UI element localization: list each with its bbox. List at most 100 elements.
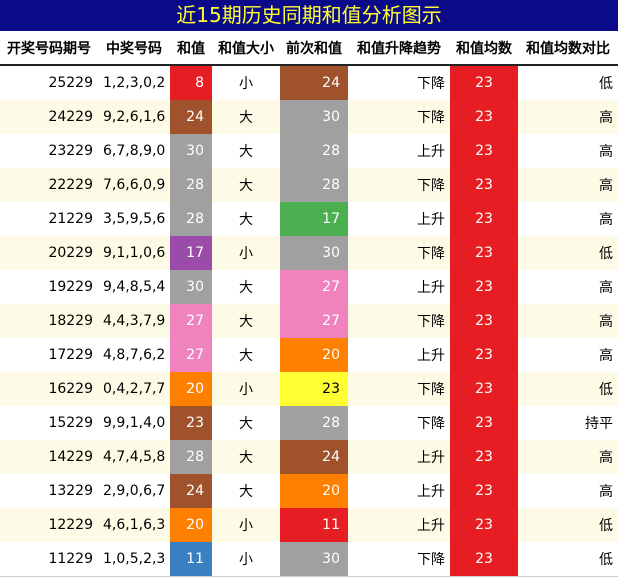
header-numbers: 中奖号码 <box>98 31 170 65</box>
numbers-cell: 7,6,6,0,9 <box>103 177 166 193</box>
table-body: 25229 1,2,3,0,2 8 小 24 下降 23 低 24229 9,2,6,1,6 24 大… <box>0 65 618 577</box>
prev-sum-cell: 20 <box>280 338 348 372</box>
period-cell: 24229 <box>48 109 93 125</box>
compare-cell: 高 <box>599 110 613 126</box>
avg-cell: 23 <box>450 100 518 134</box>
size-cell: 大 <box>239 178 253 194</box>
prev-sum-cell: 20 <box>280 474 348 508</box>
compare-cell: 高 <box>599 212 613 228</box>
period-cell: 21229 <box>48 211 93 227</box>
avg-cell: 23 <box>450 338 518 372</box>
compare-cell: 高 <box>599 450 613 466</box>
sum-cell: 20 <box>170 372 212 406</box>
prev-sum-cell: 30 <box>280 236 348 270</box>
trend-cell: 下降 <box>417 110 445 126</box>
compare-cell: 低 <box>599 382 613 398</box>
avg-cell: 23 <box>450 270 518 304</box>
header-avg: 和值均数 <box>450 31 518 65</box>
header-trend: 和值升降趋势 <box>348 31 450 65</box>
period-cell: 17229 <box>48 347 93 363</box>
compare-cell: 高 <box>599 484 613 500</box>
prev-sum-cell: 17 <box>280 202 348 236</box>
page-title: 近15期历史同期和值分析图示 <box>0 0 618 31</box>
avg-cell: 23 <box>450 304 518 338</box>
sum-cell: 30 <box>170 270 212 304</box>
header-sum: 和值 <box>170 31 212 65</box>
avg-cell: 23 <box>450 372 518 406</box>
prev-sum-cell: 30 <box>280 100 348 134</box>
sum-cell: 24 <box>170 474 212 508</box>
prev-sum-cell: 11 <box>280 508 348 542</box>
table-row: 23229 6,7,8,9,0 30 大 28 上升 23 高 <box>0 134 618 168</box>
size-cell: 大 <box>239 416 253 432</box>
period-cell: 12229 <box>48 517 93 533</box>
period-cell: 22229 <box>48 177 93 193</box>
sum-analysis-table: 开奖号码期号 中奖号码 和值 和值大小 前次和值 和值升降趋势 和值均数 和值均… <box>0 31 618 577</box>
trend-cell: 上升 <box>417 212 445 228</box>
trend-cell: 下降 <box>417 416 445 432</box>
numbers-cell: 4,7,4,5,8 <box>103 449 166 465</box>
size-cell: 小 <box>239 382 253 398</box>
period-cell: 16229 <box>48 381 93 397</box>
compare-cell: 低 <box>518 542 618 577</box>
prev-sum-cell: 30 <box>280 542 348 577</box>
compare-cell: 低 <box>599 76 613 92</box>
table-row: 24229 9,2,6,1,6 24 大 30 下降 23 高 <box>0 100 618 134</box>
avg-cell: 23 <box>450 134 518 168</box>
avg-cell: 23 <box>450 542 518 577</box>
table-row: 21229 3,5,9,5,6 28 大 17 上升 23 高 <box>0 202 618 236</box>
numbers-cell: 9,1,1,0,6 <box>103 245 166 261</box>
size-cell: 大 <box>239 484 253 500</box>
table-row: 22229 7,6,6,0,9 28 大 28 下降 23 高 <box>0 168 618 202</box>
sum-cell: 28 <box>170 440 212 474</box>
size-cell: 小 <box>239 76 253 92</box>
compare-cell: 高 <box>599 314 613 330</box>
table-row: 16229 0,4,2,7,7 20 小 23 下降 23 低 <box>0 372 618 406</box>
numbers-cell: 9,2,6,1,6 <box>103 109 166 125</box>
sum-cell: 28 <box>170 168 212 202</box>
period-cell: 20229 <box>48 245 93 261</box>
trend-cell: 下降 <box>417 314 445 330</box>
avg-cell: 23 <box>450 440 518 474</box>
avg-cell: 23 <box>450 508 518 542</box>
sum-cell: 30 <box>170 134 212 168</box>
prev-sum-cell: 28 <box>280 168 348 202</box>
period-cell: 13229 <box>48 483 93 499</box>
table-row: 20229 9,1,1,0,6 17 小 30 下降 23 低 <box>0 236 618 270</box>
trend-cell: 上升 <box>417 518 445 534</box>
period-cell: 23229 <box>48 143 93 159</box>
prev-sum-cell: 24 <box>280 440 348 474</box>
compare-cell: 低 <box>599 518 613 534</box>
sum-cell: 17 <box>170 236 212 270</box>
trend-cell: 下降 <box>417 382 445 398</box>
trend-cell: 上升 <box>417 484 445 500</box>
header-size: 和值大小 <box>212 31 280 65</box>
sum-cell: 24 <box>170 100 212 134</box>
trend-cell: 上升 <box>417 144 445 160</box>
trend-cell: 上升 <box>417 280 445 296</box>
sum-cell: 20 <box>170 508 212 542</box>
sum-cell: 11 <box>170 542 212 577</box>
size-cell: 小 <box>239 246 253 262</box>
numbers-cell: 4,8,7,6,2 <box>103 347 166 363</box>
compare-cell: 低 <box>599 246 613 262</box>
numbers-cell: 9,4,8,5,4 <box>103 279 166 295</box>
size-cell: 大 <box>239 314 253 330</box>
avg-cell: 23 <box>450 168 518 202</box>
table-row: 11229 1,0,5,2,3 11 小 30 下降 23 低 <box>0 542 618 577</box>
period-cell: 14229 <box>48 449 93 465</box>
period-cell: 11229 <box>0 542 98 577</box>
compare-cell: 持平 <box>585 416 613 432</box>
size-cell: 大 <box>239 212 253 228</box>
avg-cell: 23 <box>450 406 518 440</box>
table-row: 15229 9,9,1,4,0 23 大 28 下降 23 持平 <box>0 406 618 440</box>
table-header-row: 开奖号码期号 中奖号码 和值 和值大小 前次和值 和值升降趋势 和值均数 和值均… <box>0 31 618 65</box>
prev-sum-cell: 23 <box>280 372 348 406</box>
avg-cell: 23 <box>450 65 518 100</box>
compare-cell: 高 <box>599 144 613 160</box>
avg-cell: 23 <box>450 202 518 236</box>
size-cell: 大 <box>239 110 253 126</box>
period-cell: 15229 <box>48 415 93 431</box>
table-row: 19229 9,4,8,5,4 30 大 27 上升 23 高 <box>0 270 618 304</box>
trend-cell: 上升 <box>417 450 445 466</box>
